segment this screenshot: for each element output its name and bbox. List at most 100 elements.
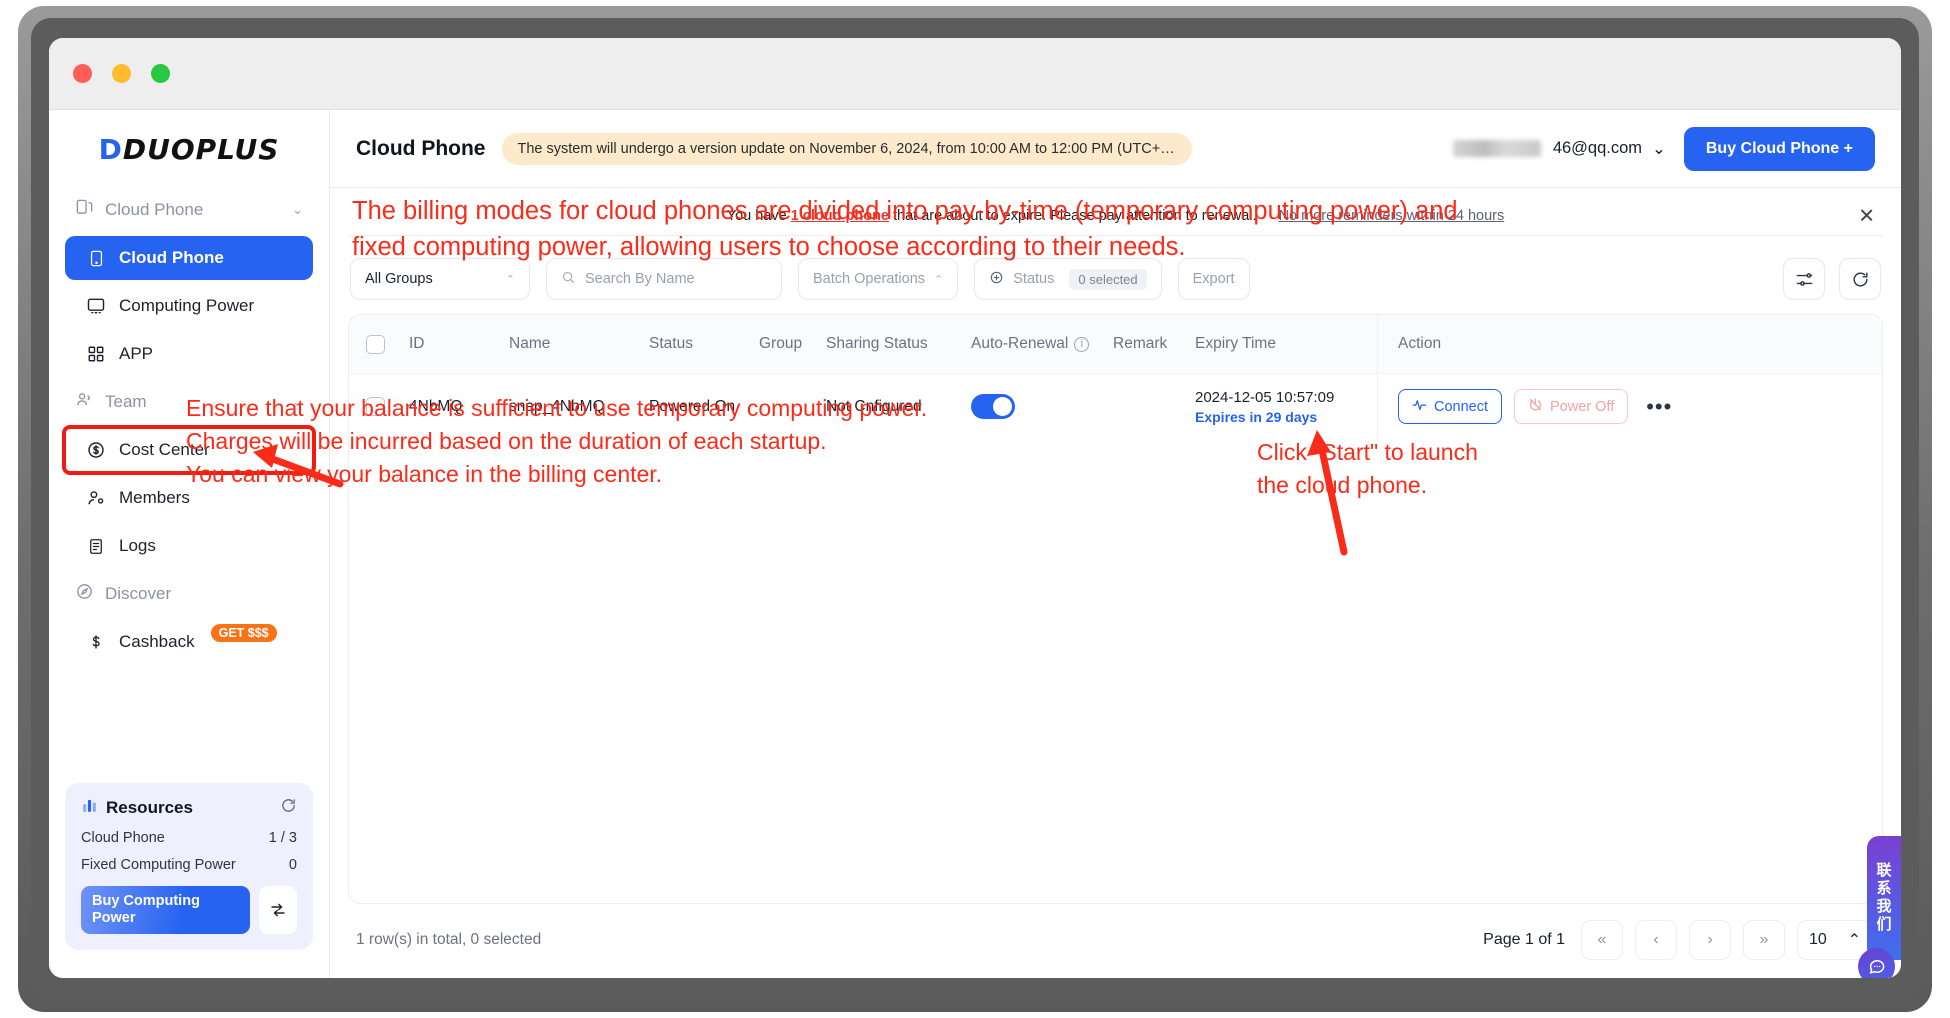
cell-expiry-time: 2024-12-05 10:57:09 Expires in 29 days: [1187, 389, 1377, 425]
table-row[interactable]: 4NbMQ snap_4NbMQ Powered On Not Cnfigure…: [349, 373, 1882, 439]
table-header-row: ID Name Status Group Sharing Status Auto…: [349, 315, 1882, 373]
refresh-icon[interactable]: [1839, 258, 1881, 300]
sidebar: DDUOPLUS Cloud Phone ⌄ Cloud Phone Compu…: [49, 110, 330, 978]
window-traffic-lights: [73, 64, 170, 83]
first-page-button[interactable]: «: [1581, 920, 1623, 960]
group-filter-label: All Groups: [365, 271, 433, 287]
cashback-badge: GET $$$: [210, 624, 277, 642]
sidebar-group-discover[interactable]: Discover: [65, 572, 313, 616]
pagination: Page 1 of 1 « ‹ › » 10 ⌃: [1483, 920, 1873, 960]
batch-operations-select[interactable]: Batch Operations ⌃: [798, 258, 959, 300]
resource-label: Fixed Computing Power: [81, 857, 236, 873]
expiry-countdown: Expires in 29 days: [1195, 408, 1318, 425]
select-all-checkbox-cell: [349, 334, 401, 354]
close-window-button[interactable]: [73, 64, 92, 83]
dollar-circle-icon: [85, 439, 107, 461]
search-input[interactable]: Search By Name: [546, 258, 782, 300]
sidebar-item-cashback[interactable]: Cashback GET $$$: [65, 620, 313, 664]
status-filter-label: Status: [1013, 271, 1055, 287]
minimize-window-button[interactable]: [112, 64, 131, 83]
system-update-banner[interactable]: The system will undergo a version update…: [501, 132, 1192, 165]
mobile-icon: [85, 247, 107, 269]
info-icon[interactable]: i: [1074, 336, 1090, 352]
row-checkbox-cell: [349, 397, 401, 416]
status-filter-icon: [989, 270, 1004, 289]
page-indicator: Page 1 of 1: [1483, 931, 1565, 948]
page-size-value: 10: [1809, 931, 1827, 948]
power-off-label: Power Off: [1550, 398, 1615, 415]
row-checkbox[interactable]: [365, 397, 385, 416]
top-bar: Cloud Phone The system will undergo a ve…: [330, 110, 1901, 188]
sidebar-item-label: Cost Center: [119, 440, 210, 459]
sidebar-item-label: Cloud Phone: [119, 248, 224, 267]
brand-logo-text: DUOPLUS: [122, 132, 280, 166]
screenshot-root: DDUOPLUS Cloud Phone ⌄ Cloud Phone Compu…: [0, 0, 1950, 1018]
sidebar-item-label: Members: [119, 488, 190, 507]
sidebar-group-label: Discover: [105, 584, 172, 603]
sidebar-group-team[interactable]: Team ⌄: [65, 380, 313, 424]
resources-title: Resources: [106, 798, 193, 817]
prev-page-button[interactable]: ‹: [1635, 920, 1677, 960]
select-all-checkbox[interactable]: [365, 334, 385, 354]
chevron-updown-icon: ⌃: [1847, 932, 1861, 949]
cloud-phone-table: ID Name Status Group Sharing Status Auto…: [348, 314, 1883, 904]
last-page-button[interactable]: »: [1743, 920, 1785, 960]
brand-logo[interactable]: DDUOPLUS: [49, 110, 329, 188]
export-button[interactable]: Export: [1177, 258, 1250, 300]
window-titlebar: [49, 38, 1901, 110]
team-icon: [75, 390, 94, 414]
sidebar-item-members[interactable]: Members: [65, 476, 313, 520]
resources-card: Resources Cloud Phone 1 / 3 Fixed Comput…: [65, 783, 313, 950]
contact-us-tab[interactable]: 联系我们: [1867, 836, 1901, 960]
expiry-timestamp: 2024-12-05 10:57:09: [1195, 388, 1335, 406]
resources-header: Resources: [81, 797, 297, 819]
refresh-icon[interactable]: [280, 797, 297, 819]
more-actions-icon[interactable]: •••: [1640, 394, 1678, 420]
close-icon[interactable]: ✕: [1858, 203, 1875, 228]
resources-actions: Buy Computing Power: [81, 886, 297, 934]
cloud-phone-panel: All Groups ⌃ Search By Name Batch Operat…: [348, 248, 1883, 978]
sidebar-group-label: Cloud Phone: [105, 200, 204, 219]
sliders-icon[interactable]: [1783, 258, 1825, 300]
resource-row-fixed-computing-power: Fixed Computing Power 0: [81, 857, 297, 873]
connect-button[interactable]: Connect: [1398, 389, 1503, 424]
group-filter-select[interactable]: All Groups ⌃: [350, 258, 530, 300]
app-screen: DDUOPLUS Cloud Phone ⌄ Cloud Phone Compu…: [49, 38, 1901, 978]
expiry-notice-bar: You have 1 cloud phone that are about to…: [348, 196, 1883, 236]
expiry-notice-text: You have 1 cloud phone that are about to…: [727, 208, 1257, 224]
expiry-notice-highlight[interactable]: 1 cloud phone: [791, 208, 889, 224]
column-header-status: Status: [649, 335, 693, 352]
power-off-button[interactable]: Power Off: [1514, 389, 1629, 424]
swap-icon[interactable]: [259, 886, 297, 934]
column-header-action: Action: [1377, 315, 1882, 373]
user-gear-icon: [85, 487, 107, 509]
account-email: 46@qq.com: [1552, 139, 1643, 157]
next-page-button[interactable]: ›: [1689, 920, 1731, 960]
table-footer: 1 row(s) in total, 0 selected Page 1 of …: [348, 904, 1883, 978]
auto-renewal-toggle[interactable]: [971, 394, 1015, 419]
sidebar-item-label: APP: [119, 344, 154, 363]
sidebar-item-label: Cashback: [119, 632, 195, 651]
no-more-reminders-link[interactable]: No more reminders within 24 hours: [1279, 208, 1505, 224]
column-header-auto-renewal: Auto-Renewal i: [963, 335, 1105, 353]
account-menu[interactable]: 46@qq.com ⌄: [1452, 139, 1666, 159]
sidebar-item-logs[interactable]: Logs: [65, 524, 313, 568]
zoom-window-button[interactable]: [151, 64, 170, 83]
monitor-icon: [85, 295, 107, 317]
cell-auto-renewal: [963, 394, 1105, 419]
content-area: All Groups ⌃ Search By Name Batch Operat…: [330, 236, 1901, 978]
sidebar-item-app[interactable]: APP: [65, 332, 313, 376]
column-header-group: Group: [759, 335, 803, 352]
sidebar-item-cost-center[interactable]: Cost Center: [62, 425, 316, 475]
chat-icon[interactable]: [1858, 948, 1895, 978]
buy-cloud-phone-button[interactable]: Buy Cloud Phone +: [1683, 126, 1875, 171]
dollar-icon: [85, 631, 107, 653]
sidebar-item-cloud-phone[interactable]: Cloud Phone: [65, 236, 313, 280]
status-selected-count: 0 selected: [1069, 268, 1147, 290]
buy-computing-power-button[interactable]: Buy Computing Power: [81, 886, 250, 934]
status-filter-select[interactable]: Status 0 selected: [974, 258, 1162, 300]
main-area: Cloud Phone The system will undergo a ve…: [330, 110, 1901, 978]
redacted-email-mask: [1452, 140, 1541, 157]
sidebar-item-computing-power[interactable]: Computing Power: [65, 284, 313, 328]
sidebar-group-cloud-phone[interactable]: Cloud Phone ⌄: [65, 188, 313, 232]
